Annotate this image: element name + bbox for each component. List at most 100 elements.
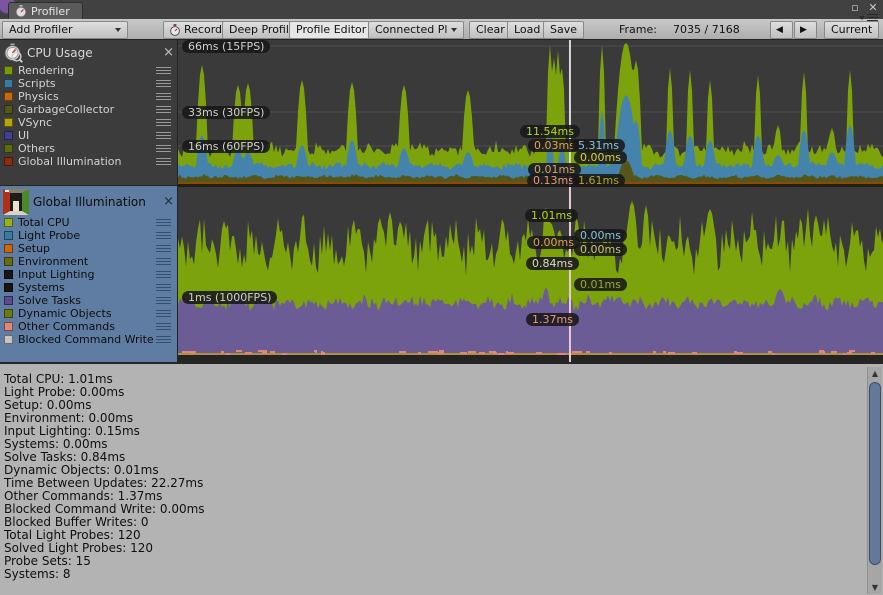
legend-label: Total CPU xyxy=(18,216,70,229)
legend-label: Blocked Command Write xyxy=(18,333,154,346)
scroll-down-icon[interactable]: ▼ xyxy=(868,581,882,594)
load-label: Load xyxy=(514,22,540,38)
add-profiler-dropdown[interactable]: Add Profiler xyxy=(2,21,128,39)
drag-handle-icon[interactable] xyxy=(156,106,171,113)
legend-item[interactable]: Rendering xyxy=(0,64,177,77)
legend-item[interactable]: Scripts xyxy=(0,77,177,90)
drag-handle-icon[interactable] xyxy=(156,219,171,226)
legend-item[interactable]: VSync xyxy=(0,116,177,129)
scroll-up-icon[interactable]: ▲ xyxy=(868,367,882,380)
color-chip xyxy=(4,118,13,127)
stats-text: Total CPU: 1.01ms Light Probe: 0.00ms Se… xyxy=(0,364,883,581)
legend-item[interactable]: GarbageCollector xyxy=(0,103,177,116)
legend-label: Systems xyxy=(18,281,65,294)
legend-item[interactable]: Solve Tasks xyxy=(0,294,177,307)
stat-line: Systems: 8 xyxy=(0,568,883,581)
drag-handle-icon[interactable] xyxy=(156,80,171,87)
module-title: CPU Usage xyxy=(27,46,93,60)
value-badge: 0.00ms xyxy=(574,229,627,242)
stat-line: Input Lighting: 0.15ms xyxy=(0,425,883,438)
record-button[interactable]: Record xyxy=(163,21,229,39)
prev-frame-button[interactable]: ◀ xyxy=(770,21,793,39)
legend-item[interactable]: Total CPU xyxy=(0,216,177,229)
color-chip xyxy=(4,322,13,331)
legend-item[interactable]: Systems xyxy=(0,281,177,294)
cpu-usage-module[interactable]: CPU Usage × Rendering Scripts Physics Ga… xyxy=(0,40,177,186)
legend-item[interactable]: Light Probe xyxy=(0,229,177,242)
color-chip xyxy=(4,218,13,227)
legend-item[interactable]: Input Lighting xyxy=(0,268,177,281)
drag-handle-icon[interactable] xyxy=(156,232,171,239)
drag-handle-icon[interactable] xyxy=(156,297,171,304)
drag-handle-icon[interactable] xyxy=(156,336,171,343)
axis-label: 1ms (1000FPS) xyxy=(182,291,277,304)
global-illumination-chart[interactable]: 1ms (1000FPS)1.01ms0.00ms0.00ms0.00ms0.8… xyxy=(178,187,883,362)
frame-label: Frame: xyxy=(619,19,657,40)
clear-button[interactable]: Clear xyxy=(469,21,512,39)
value-badge: 1.01ms xyxy=(525,209,578,222)
drag-handle-icon[interactable] xyxy=(156,67,171,74)
drag-handle-icon[interactable] xyxy=(156,145,171,152)
drag-handle-icon[interactable] xyxy=(156,258,171,265)
stats-scrollbar[interactable]: ▲ ▼ xyxy=(867,367,882,594)
tab-profiler[interactable]: Profiler xyxy=(8,2,83,20)
legend-item[interactable]: Global Illumination xyxy=(0,155,177,168)
global-illumination-module[interactable]: Global Illumination × Total CPU Light Pr… xyxy=(0,186,177,362)
legend-item[interactable]: Other Commands xyxy=(0,320,177,333)
legend-item[interactable]: Dynamic Objects xyxy=(0,307,177,320)
value-badge: 0.00ms xyxy=(574,243,627,256)
stopwatch-icon xyxy=(15,5,27,18)
value-badge: 0.01ms xyxy=(574,278,627,291)
drag-handle-icon[interactable] xyxy=(156,93,171,100)
drag-handle-icon[interactable] xyxy=(156,245,171,252)
legend-item[interactable]: Environment xyxy=(0,255,177,268)
legend-item[interactable]: Blocked Command Write xyxy=(0,333,177,346)
current-frame-button[interactable]: Current xyxy=(824,21,879,39)
color-chip xyxy=(4,105,13,114)
connected-player-dropdown[interactable]: Connected Playe xyxy=(368,21,464,39)
color-chip xyxy=(4,296,13,305)
color-chip xyxy=(4,283,13,292)
axis-label: 33ms (30FPS) xyxy=(182,106,270,119)
legend-item[interactable]: Others xyxy=(0,142,177,155)
save-label: Save xyxy=(550,22,577,38)
profile-editor-label: Profile Editor xyxy=(296,22,366,38)
legend-item[interactable]: UI xyxy=(0,129,177,142)
deep-profile-label: Deep Profile xyxy=(229,22,296,38)
pane-menu-icon[interactable] xyxy=(859,13,879,22)
next-frame-button[interactable]: ▶ xyxy=(794,21,817,39)
close-icon[interactable]: × xyxy=(163,196,174,208)
color-chip xyxy=(4,157,13,166)
drag-handle-icon[interactable] xyxy=(156,310,171,317)
drag-handle-icon[interactable] xyxy=(156,323,171,330)
drag-handle-icon[interactable] xyxy=(156,119,171,126)
profile-editor-button[interactable]: Profile Editor xyxy=(289,21,373,39)
drag-handle-icon[interactable] xyxy=(156,271,171,278)
stats-panel: Total CPU: 1.01ms Light Probe: 0.00ms Se… xyxy=(0,362,883,595)
frame-value: 7035 / 7168 xyxy=(673,19,740,40)
legend-label: Setup xyxy=(18,242,50,255)
legend-label: Global Illumination xyxy=(18,155,121,168)
tab-label: Profiler xyxy=(31,5,70,18)
save-button[interactable]: Save xyxy=(543,21,584,39)
drag-handle-icon[interactable] xyxy=(156,158,171,165)
stopwatch-icon xyxy=(170,24,180,36)
chevron-down-icon xyxy=(115,28,121,32)
color-chip xyxy=(4,257,13,266)
chevron-down-icon xyxy=(859,16,865,20)
prev-frame-icon: ◀ xyxy=(776,22,783,38)
legend-item[interactable]: Physics xyxy=(0,90,177,103)
drag-handle-icon[interactable] xyxy=(156,132,171,139)
legend-label: UI xyxy=(18,129,29,142)
clear-label: Clear xyxy=(476,22,505,38)
stat-line: Probe Sets: 15 xyxy=(0,555,883,568)
scrollbar-thumb[interactable] xyxy=(869,382,881,565)
load-button[interactable]: Load xyxy=(507,21,547,39)
cpu-usage-chart[interactable]: 66ms (15FPS)33ms (30FPS)16ms (60FPS)11.5… xyxy=(178,40,883,187)
close-icon[interactable]: × xyxy=(163,47,174,59)
value-badge: 0.00ms xyxy=(574,151,627,164)
hamburger-icon xyxy=(867,14,878,21)
legend-item[interactable]: Setup xyxy=(0,242,177,255)
axis-label: 66ms (15FPS) xyxy=(182,40,270,53)
drag-handle-icon[interactable] xyxy=(156,284,171,291)
